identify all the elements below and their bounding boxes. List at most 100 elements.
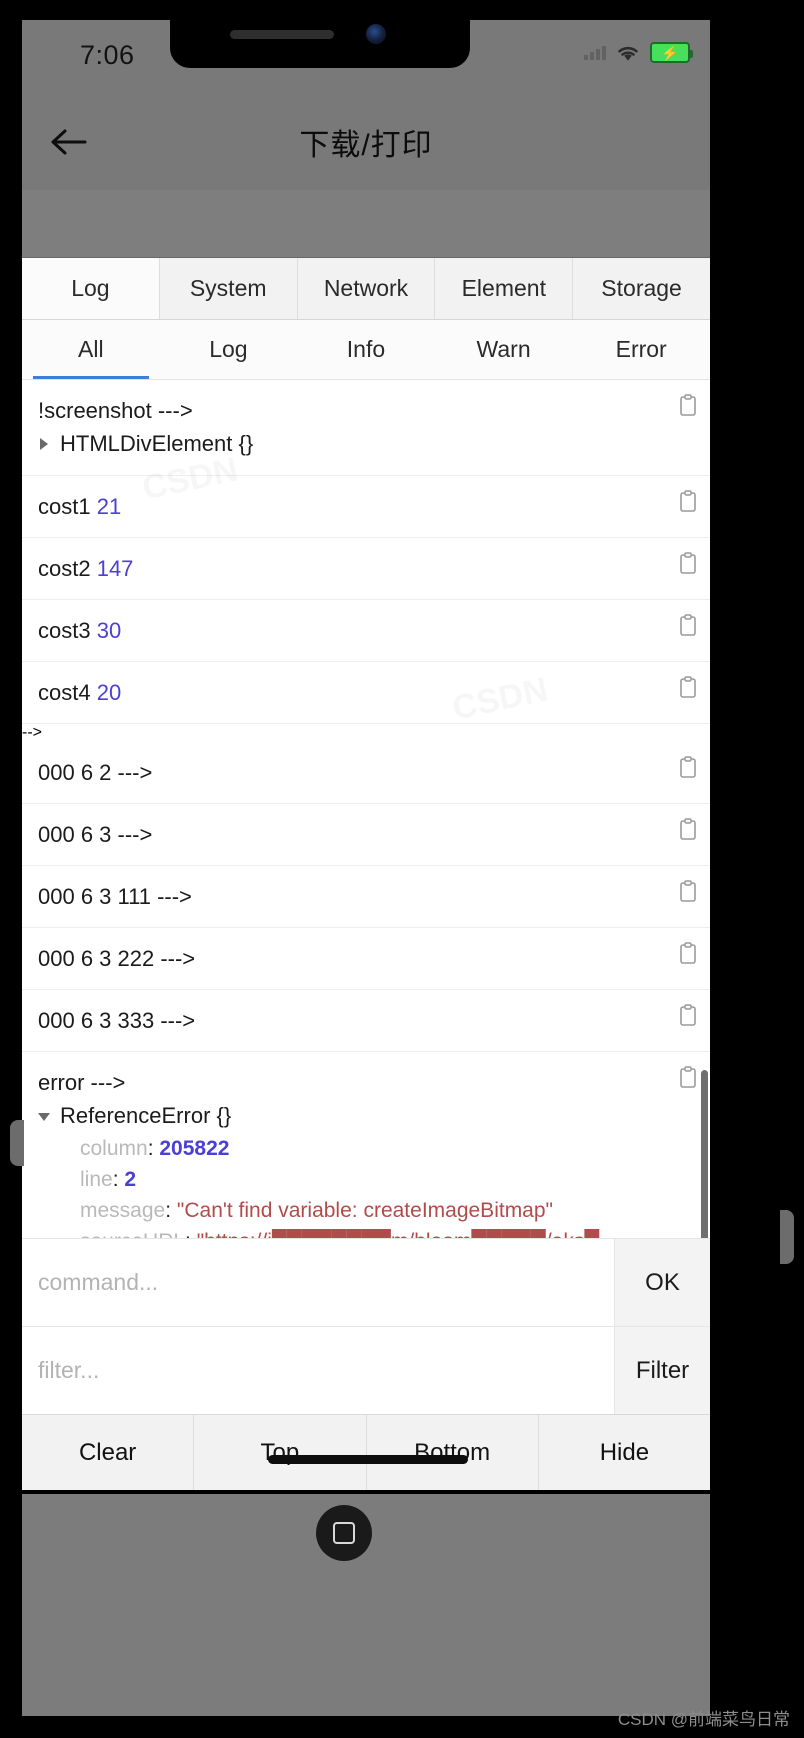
device-screen: 7:06 ⚡ 下载/打印 Log System Network Element …: [22, 20, 710, 1490]
log-row[interactable]: 000 6 3 222 --->: [22, 928, 710, 990]
log-label: cost4: [38, 680, 97, 705]
tab-element-label: Element: [461, 275, 546, 301]
level-tab-info-label: Info: [346, 336, 386, 362]
log-scrollbar[interactable]: [701, 1070, 708, 1238]
log-message: cost2 147: [38, 552, 664, 585]
log-row[interactable]: cost1 21: [22, 476, 710, 538]
command-input[interactable]: command...: [22, 1269, 614, 1296]
level-tab-warn[interactable]: Warn: [435, 320, 573, 379]
log-message: cost1 21: [38, 490, 664, 523]
log-list[interactable]: !screenshot ---> HTMLDivElement {} cost1…: [22, 380, 710, 1238]
tab-network[interactable]: Network: [297, 258, 436, 319]
side-button-right[interactable]: [780, 1210, 794, 1264]
level-tab-all-label: All: [78, 336, 104, 362]
level-tab-error[interactable]: Error: [572, 320, 710, 379]
status-bar: 7:06 ⚡: [22, 20, 710, 94]
log-object-expander[interactable]: HTMLDivElement {}: [38, 427, 664, 461]
tab-storage[interactable]: Storage: [573, 258, 710, 319]
log-row[interactable]: 000 6 2 --->: [22, 742, 710, 804]
log-row[interactable]: cost3 30: [22, 600, 710, 662]
level-tab-warn-label: Warn: [476, 336, 531, 362]
error-property: column: 205822: [80, 1137, 230, 1160]
bottom-button[interactable]: Bottom: [367, 1415, 539, 1490]
log-row[interactable]: 000 6 3 333 --->: [22, 990, 710, 1052]
battery-bolt-glyph: ⚡: [661, 44, 679, 61]
signal-icon: [584, 45, 606, 60]
log-level-tab-bar: All Log Info Warn Error: [22, 320, 710, 380]
log-row[interactable]: 000 6 3 111 --->: [22, 866, 710, 928]
side-button-left[interactable]: [10, 1120, 24, 1166]
clipboard-icon[interactable]: [678, 1066, 698, 1090]
level-tab-info[interactable]: Info: [297, 320, 435, 379]
chevron-right-icon: [40, 438, 48, 450]
log-message: !screenshot --->: [38, 398, 193, 423]
home-indicator: [268, 1455, 468, 1464]
log-row[interactable]: !screenshot ---> HTMLDivElement {}: [22, 380, 710, 476]
log-row[interactable]: cost2 147: [22, 538, 710, 600]
log-row-error[interactable]: error ---> ReferenceError {} column: 205…: [22, 1052, 710, 1238]
error-property: line: 2: [80, 1168, 137, 1191]
level-tab-log[interactable]: Log: [160, 320, 298, 379]
clipboard-icon[interactable]: [678, 756, 698, 780]
navbar-spacer: [22, 190, 710, 258]
error-object-expander[interactable]: ReferenceError {}: [38, 1099, 664, 1133]
page-title: 下载/打印: [299, 129, 433, 162]
level-tab-error-label: Error: [615, 336, 667, 362]
filter-apply-button[interactable]: Filter: [614, 1327, 710, 1414]
filter-input-row[interactable]: filter... Filter: [22, 1326, 710, 1414]
command-ok-button[interactable]: OK: [614, 1239, 710, 1326]
status-bar-indicators: ⚡: [584, 42, 693, 63]
tab-system-label: System: [189, 275, 267, 301]
log-message: cost3 30: [38, 614, 664, 647]
clipboard-icon[interactable]: [678, 942, 698, 966]
status-bar-clock: 7:06: [80, 40, 135, 70]
command-input-row[interactable]: command... OK: [22, 1238, 710, 1326]
tab-log[interactable]: Log: [22, 258, 160, 319]
error-property-value: 2: [124, 1168, 137, 1191]
clipboard-icon[interactable]: [678, 1004, 698, 1028]
clipboard-icon[interactable]: [678, 818, 698, 842]
filter-input[interactable]: filter...: [22, 1357, 614, 1384]
log-value: 21: [96, 494, 122, 519]
app-navbar: 下载/打印: [22, 94, 710, 190]
error-header: error --->: [38, 1070, 126, 1095]
tab-network-label: Network: [323, 275, 409, 301]
tab-element[interactable]: Element: [435, 258, 574, 319]
error-property-key: message: [80, 1199, 166, 1222]
error-property-key: sourceURL: [80, 1230, 185, 1238]
chevron-down-icon: [38, 1113, 50, 1127]
tab-system[interactable]: System: [159, 258, 298, 319]
level-tab-all[interactable]: All: [22, 320, 160, 379]
error-property-value: "https://i████████m/bloom█████/aks█: [197, 1230, 600, 1238]
log-message: cost4 20: [38, 676, 664, 709]
level-tab-log-label: Log: [209, 336, 248, 362]
hide-button[interactable]: Hide: [539, 1415, 710, 1490]
error-property-key: column: [80, 1137, 148, 1160]
log-row[interactable]: 000 6 3 --->: [22, 804, 710, 866]
log-value: 147: [96, 556, 134, 581]
log-message: 000 6 3 333 --->: [38, 1008, 196, 1033]
error-property: sourceURL: "https://i████████m/bloom████…: [38, 1226, 664, 1238]
wifi-icon: [618, 46, 638, 61]
log-message: 000 6 3 222 --->: [38, 946, 196, 971]
log-row[interactable]: cost4 20: [22, 662, 710, 724]
log-object-label: HTMLDivElement {}: [60, 431, 254, 456]
clipboard-icon[interactable]: [678, 880, 698, 904]
clipboard-icon[interactable]: [678, 614, 698, 638]
log-message: 000 6 3 111 --->: [38, 884, 192, 909]
clipboard-icon[interactable]: [678, 394, 698, 418]
devtools-bottom-bar: Clear Top Bottom Hide: [22, 1414, 710, 1490]
back-button[interactable]: [22, 94, 114, 190]
front-camera-icon: [366, 24, 386, 44]
log-value: 20: [96, 680, 122, 705]
top-button[interactable]: Top: [194, 1415, 367, 1490]
log-label: cost3: [38, 618, 97, 643]
clear-button[interactable]: Clear: [22, 1415, 195, 1490]
home-button[interactable]: [316, 1505, 372, 1561]
clipboard-icon[interactable]: [678, 676, 698, 700]
clipboard-icon[interactable]: [678, 552, 698, 576]
error-property: message: "Can't find variable: createIma…: [80, 1199, 553, 1222]
notch: [170, 20, 470, 68]
clipboard-icon[interactable]: [678, 490, 698, 514]
tab-storage-label: Storage: [601, 275, 682, 301]
